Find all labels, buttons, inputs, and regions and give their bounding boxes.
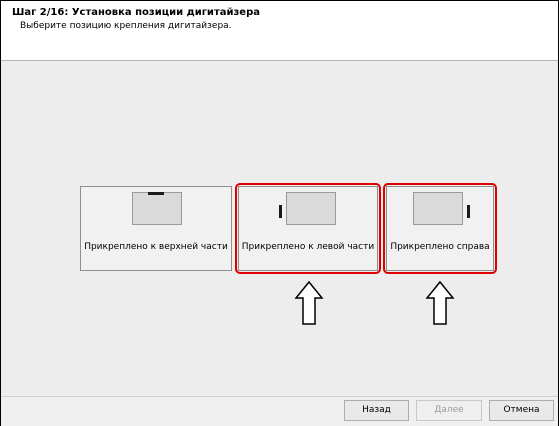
up-arrow-icon <box>294 280 324 325</box>
attachment-mark-top <box>148 192 164 195</box>
up-arrow-icon <box>425 280 455 325</box>
option-top-button[interactable]: Прикреплено к верхней части <box>80 186 232 271</box>
digitizer-top-icon <box>132 192 182 225</box>
back-button[interactable]: Назад <box>344 400 409 421</box>
step-subtitle: Выберите позицию крепления дигитайзера. <box>20 21 232 31</box>
wizard-header: Шаг 2/16: Установка позиции дигитайзера … <box>1 1 558 61</box>
step-title: Шаг 2/16: Установка позиции дигитайзера <box>12 7 260 18</box>
highlight-left-option <box>235 183 381 274</box>
highlight-right-option <box>383 183 497 274</box>
option-top-label: Прикреплено к верхней части <box>84 242 228 252</box>
cancel-button[interactable]: Отмена <box>489 400 554 421</box>
next-button[interactable]: Далее <box>416 400 482 421</box>
